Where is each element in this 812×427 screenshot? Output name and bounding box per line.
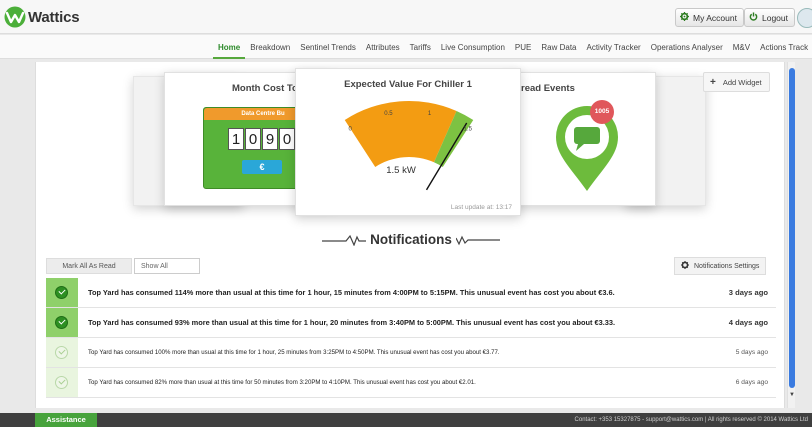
event-count-badge: 1005 bbox=[594, 108, 610, 115]
notifications-title: Notifications bbox=[370, 232, 452, 247]
check-circle-icon[interactable] bbox=[55, 316, 68, 329]
nav-item-tariffs[interactable]: Tariffs bbox=[405, 35, 436, 59]
scrollbar-thumb[interactable] bbox=[789, 68, 795, 388]
dashboard-panel: Month Cost To Data Centre Bu 1 0 9 0 € r… bbox=[35, 62, 785, 408]
nav-item-sentinel-trends[interactable]: Sentinel Trends bbox=[295, 35, 361, 59]
notifications-settings-label: Notifications Settings bbox=[694, 262, 760, 270]
check-circle-icon[interactable] bbox=[55, 346, 68, 359]
power-icon bbox=[749, 12, 758, 23]
meter-digit: 9 bbox=[262, 128, 278, 150]
meter-digit: 0 bbox=[279, 128, 295, 150]
assistance-button[interactable]: Assistance bbox=[35, 413, 97, 427]
add-widget-button[interactable]: + Add Widget bbox=[703, 72, 770, 92]
nav-item-pue[interactable]: PUE bbox=[510, 35, 536, 59]
notification-text: Top Yard has consumed 100% more than usu… bbox=[88, 349, 500, 356]
nav-item-attributes[interactable]: Attributes bbox=[361, 35, 405, 59]
meter-digit: 1 bbox=[228, 128, 244, 150]
wattics-logo-icon bbox=[4, 6, 26, 28]
footer: Assistance Contact: +353 15327875 - supp… bbox=[0, 413, 812, 427]
nav-item-home[interactable]: Home bbox=[213, 35, 246, 59]
footer-contact: Contact: +353 15327875 - support@wattics… bbox=[574, 417, 808, 423]
meter-digits: 1 0 9 0 bbox=[228, 128, 296, 150]
last-update: Last update at: 13:17 bbox=[450, 204, 512, 211]
scroll-down-arrow-icon[interactable]: ▼ bbox=[789, 392, 795, 398]
notification-item[interactable]: Top Yard has consumed 82% more than usua… bbox=[46, 368, 776, 398]
nav-item-live-consumption[interactable]: Live Consumption bbox=[436, 35, 510, 59]
nav-item-activity-tracker[interactable]: Activity Tracker bbox=[581, 35, 645, 59]
gauge-value: 1.5 kW bbox=[386, 165, 416, 176]
main-nav: Home Breakdown Sentinel Trends Attributes Ta… bbox=[0, 35, 812, 59]
my-account-button[interactable]: My Account bbox=[675, 8, 744, 27]
notification-text: Top Yard has consumed 114% more than usu… bbox=[88, 288, 615, 297]
page-scrollbar[interactable]: ▼ bbox=[787, 62, 795, 408]
gauge-tick-label: 0.5 bbox=[384, 111, 393, 117]
notification-item[interactable]: Top Yard has consumed 93% more than usua… bbox=[46, 308, 776, 338]
gauge-tick-label: 1.5 bbox=[464, 126, 473, 132]
currency-badge: € bbox=[242, 160, 282, 174]
notification-text: Top Yard has consumed 82% more than usua… bbox=[88, 379, 476, 386]
events-title: read Events bbox=[521, 83, 575, 94]
logout-button[interactable]: Logout bbox=[744, 8, 795, 27]
nav-item-operations-analyser[interactable]: Operations Analyser bbox=[646, 35, 728, 59]
notifications-settings-button[interactable]: Notifications Settings bbox=[674, 257, 767, 275]
check-circle-icon[interactable] bbox=[55, 286, 68, 299]
avatar[interactable] bbox=[797, 8, 812, 28]
notifications-heading: Notifications bbox=[36, 232, 784, 247]
notification-time: 3 days ago bbox=[728, 288, 768, 297]
logout-label: Logout bbox=[762, 12, 788, 23]
notification-time: 5 days ago bbox=[735, 349, 768, 356]
notification-time: 4 days ago bbox=[728, 318, 768, 327]
add-widget-label: Add Widget bbox=[722, 77, 762, 87]
check-circle-icon[interactable] bbox=[55, 376, 68, 389]
nav-list: Home Breakdown Sentinel Trends Attributes Ta… bbox=[213, 35, 812, 59]
notification-item[interactable]: Top Yard has consumed 114% more than usu… bbox=[46, 278, 776, 308]
meter-digit: 0 bbox=[245, 128, 261, 150]
logo[interactable]: Wattics bbox=[4, 6, 80, 28]
notification-list: Top Yard has consumed 114% more than usu… bbox=[46, 278, 776, 398]
nav-item-actions-track[interactable]: Actions Track bbox=[755, 35, 812, 59]
top-bar: Wattics My Account Logout bbox=[0, 0, 812, 34]
gauge-chart: 0 0.5 1 1.5 bbox=[344, 101, 474, 191]
notification-time: 6 days ago bbox=[735, 379, 768, 386]
gear-icon bbox=[681, 261, 689, 271]
nav-item-m-v[interactable]: M&V bbox=[728, 35, 755, 59]
my-account-label: My Account bbox=[693, 12, 737, 23]
nav-item-raw-data[interactable]: Raw Data bbox=[536, 35, 581, 59]
mark-all-read-button[interactable]: Mark All As Read bbox=[46, 258, 132, 274]
gear-icon bbox=[680, 12, 689, 23]
show-all-select[interactable]: Show All bbox=[134, 258, 200, 274]
unread-events-widget[interactable]: read Events 1005 bbox=[506, 72, 656, 206]
app-name: Wattics bbox=[28, 8, 80, 26]
notification-item[interactable]: Top Yard has consumed 100% more than usu… bbox=[46, 338, 776, 368]
expected-value-widget[interactable]: Expected Value For Chiller 1 0 0.5 1 1.5… bbox=[295, 68, 521, 216]
heading-flourish-right-icon bbox=[455, 235, 500, 245]
notification-text: Top Yard has consumed 93% more than usua… bbox=[88, 318, 616, 327]
nav-item-breakdown[interactable]: Breakdown bbox=[245, 35, 295, 59]
plus-icon: + bbox=[710, 76, 716, 88]
heading-flourish-left-icon bbox=[322, 234, 367, 246]
